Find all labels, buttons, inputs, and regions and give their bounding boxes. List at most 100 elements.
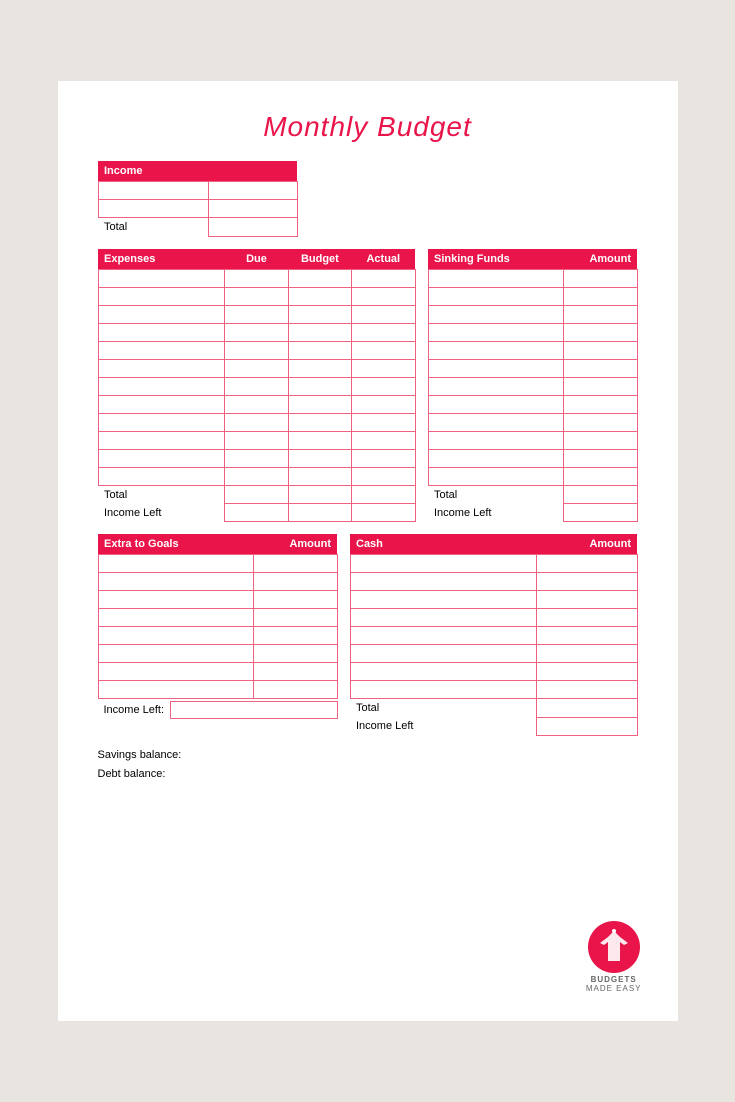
cash-name	[350, 681, 537, 699]
expense-name	[98, 305, 225, 323]
cash-amount	[537, 555, 637, 573]
expenses-body: Total Income Left	[98, 269, 415, 522]
expenses-total-actual	[352, 485, 415, 504]
income-section: Income Total	[98, 161, 638, 237]
sf-amount	[564, 323, 637, 341]
extra-goal-row	[98, 645, 337, 663]
expense-name	[98, 269, 225, 287]
cash-row	[350, 681, 637, 699]
expense-budget	[288, 287, 351, 305]
expenses-income-left-row: Income Left	[98, 504, 415, 522]
cash-row	[350, 573, 637, 591]
eg-amount	[253, 573, 337, 591]
expense-name	[98, 413, 225, 431]
extra-goals-table: Extra to Goals Amount	[98, 534, 338, 699]
expense-actual	[352, 305, 415, 323]
expense-due	[225, 413, 288, 431]
logo-area: Budgets MADE EASY	[586, 921, 642, 993]
logo-sub: MADE EASY	[586, 984, 642, 993]
eg-amount	[253, 681, 337, 699]
expense-budget	[288, 395, 351, 413]
sinking-fund-row	[428, 377, 637, 395]
expense-name	[98, 341, 225, 359]
expenses-total-budget	[288, 485, 351, 504]
main-two-col: Expenses Due Budget Actual	[98, 249, 638, 523]
cash-amount	[537, 681, 637, 699]
sinking-fund-row	[428, 413, 637, 431]
sf-amount	[564, 467, 637, 485]
sf-amount	[564, 431, 637, 449]
extra-goals-section: Extra to Goals Amount	[98, 534, 338, 736]
expense-actual	[352, 377, 415, 395]
expense-row	[98, 269, 415, 287]
page-title: Monthly Budget	[98, 111, 638, 143]
expense-budget	[288, 305, 351, 323]
cash-amount	[537, 645, 637, 663]
expense-name	[98, 323, 225, 341]
sf-amount	[564, 341, 637, 359]
sf-name	[428, 341, 564, 359]
income-row	[98, 182, 297, 200]
cash-income-left-value	[537, 717, 637, 735]
extra-goal-row	[98, 609, 337, 627]
expense-budget	[288, 467, 351, 485]
expense-actual	[352, 287, 415, 305]
sf-income-left-label: Income Left	[428, 504, 564, 522]
cash-total-label: Total	[350, 699, 537, 718]
sf-amount	[564, 359, 637, 377]
expenses-header: Expenses	[98, 249, 225, 270]
cash-row	[350, 609, 637, 627]
income-amount-cell	[209, 182, 297, 200]
cash-amount	[537, 573, 637, 591]
expense-name	[98, 395, 225, 413]
cash-amount-header: Amount	[537, 534, 637, 555]
expense-budget	[288, 323, 351, 341]
expense-name	[98, 467, 225, 485]
income-name-cell	[98, 182, 209, 200]
logo-icon	[598, 929, 630, 965]
sinking-fund-row	[428, 431, 637, 449]
expense-name	[98, 377, 225, 395]
expenses-total-due	[225, 485, 288, 504]
expense-due	[225, 341, 288, 359]
expense-row	[98, 323, 415, 341]
eg-amount	[253, 663, 337, 681]
expense-name	[98, 449, 225, 467]
expenses-total-row: Total	[98, 485, 415, 504]
income-header: Income	[98, 161, 297, 182]
cash-name	[350, 555, 537, 573]
expense-due	[225, 431, 288, 449]
expense-row	[98, 359, 415, 377]
eg-name	[98, 645, 253, 663]
sf-income-left-row: Income Left	[428, 504, 637, 522]
extra-goal-row	[98, 681, 337, 699]
sf-amount	[564, 269, 637, 287]
bottom-two-col: Extra to Goals Amount	[98, 534, 638, 736]
expense-name	[98, 359, 225, 377]
expense-row	[98, 377, 415, 395]
extra-goal-row	[98, 591, 337, 609]
cash-row	[350, 627, 637, 645]
debt-balance-label: Debt balance:	[98, 765, 638, 785]
cash-amount	[537, 609, 637, 627]
cash-row	[350, 555, 637, 573]
eg-name	[98, 555, 253, 573]
extra-goal-row	[98, 627, 337, 645]
expense-actual	[352, 413, 415, 431]
footer-section: Savings balance: Debt balance:	[98, 746, 638, 786]
sf-amount	[564, 305, 637, 323]
cash-amount	[537, 591, 637, 609]
extra-goals-income-left-label: Income Left:	[98, 701, 171, 719]
expense-budget	[288, 431, 351, 449]
logo-circle	[588, 921, 640, 973]
expenses-table: Expenses Due Budget Actual	[98, 249, 416, 523]
cash-name	[350, 609, 537, 627]
extra-goals-amount-header: Amount	[253, 534, 337, 555]
cash-total-value	[537, 699, 637, 718]
eg-name	[98, 573, 253, 591]
expense-actual	[352, 341, 415, 359]
expense-row	[98, 431, 415, 449]
cash-row	[350, 645, 637, 663]
income-total-row: Total	[98, 218, 297, 237]
cash-amount	[537, 663, 637, 681]
